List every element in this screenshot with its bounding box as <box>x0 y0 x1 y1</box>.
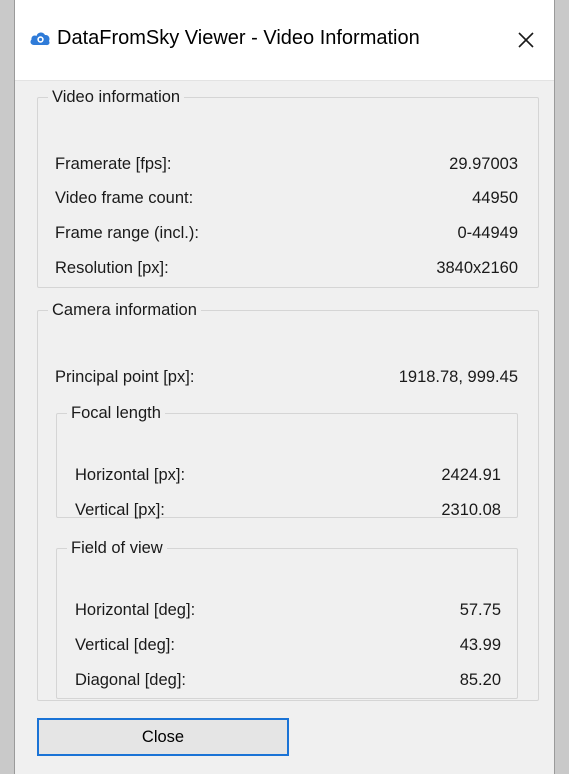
focal-horizontal-value: 2424.91 <box>441 466 501 484</box>
title-bar[interactable]: DataFromSky Viewer - Video Information <box>15 0 554 81</box>
frame-range-label: Frame range (incl.): <box>55 224 199 242</box>
cloud-icon <box>29 30 51 46</box>
fov-diagonal-value: 85.20 <box>459 671 501 689</box>
fov-diagonal-label: Diagonal [deg]: <box>75 671 186 689</box>
camera-information-group: Camera information Principal point [px]:… <box>37 301 539 701</box>
frame-range-value: 0-44949 <box>457 224 518 242</box>
resolution-value: 3840x2160 <box>436 259 518 277</box>
video-information-legend: Video information <box>52 88 181 106</box>
framerate-label: Framerate [fps]: <box>55 155 172 173</box>
close-window-button[interactable] <box>506 20 546 60</box>
close-icon <box>518 32 534 48</box>
fov-horizontal-label: Horizontal [deg]: <box>75 601 196 619</box>
video-information-dialog: DataFromSky Viewer - Video Information V… <box>14 0 555 774</box>
window-title: DataFromSky Viewer - Video Information <box>57 27 420 49</box>
video-information-group: Video information Framerate [fps]: 29.97… <box>37 88 539 288</box>
resolution-label: Resolution [px]: <box>55 259 169 277</box>
frame-count-value: 44950 <box>472 189 518 207</box>
principal-point-label: Principal point [px]: <box>55 368 195 386</box>
fov-horizontal-value: 57.75 <box>459 601 501 619</box>
principal-point-value: 1918.78, 999.45 <box>398 368 518 386</box>
focal-horizontal-label: Horizontal [px]: <box>75 466 186 484</box>
frame-count-label: Video frame count: <box>55 189 194 207</box>
field-of-view-legend: Field of view <box>71 539 163 557</box>
field-of-view-group: Field of view Horizontal [deg]: 57.75 Ve… <box>56 539 518 699</box>
focal-vertical-value: 2310.08 <box>441 501 501 519</box>
focal-vertical-label: Vertical [px]: <box>75 501 165 519</box>
close-button[interactable]: Close <box>37 718 289 756</box>
focal-length-legend: Focal length <box>71 404 161 422</box>
fov-vertical-value: 43.99 <box>459 636 501 654</box>
fov-vertical-label: Vertical [deg]: <box>75 636 175 654</box>
focal-length-group: Focal length Horizontal [px]: 2424.91 Ve… <box>56 404 518 519</box>
camera-information-legend: Camera information <box>52 301 197 319</box>
framerate-value: 29.97003 <box>449 155 518 173</box>
